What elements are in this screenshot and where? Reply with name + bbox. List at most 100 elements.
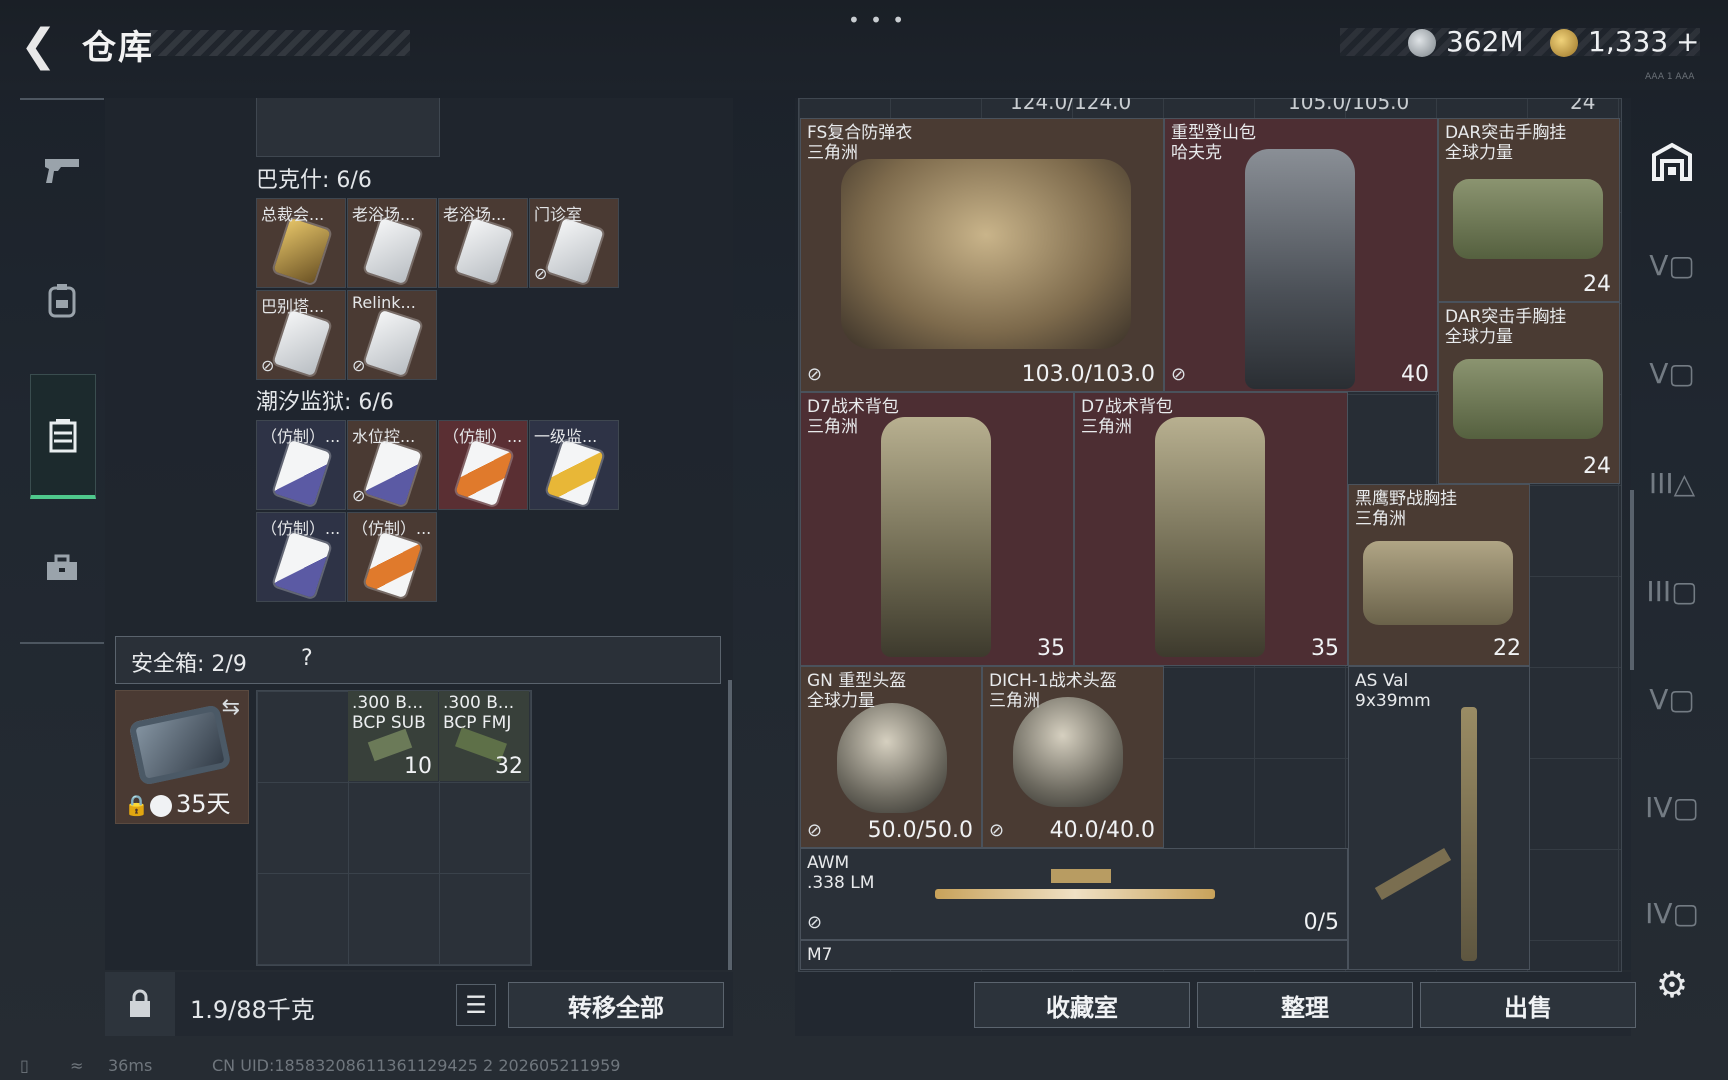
- nav-weapons[interactable]: [30, 110, 94, 230]
- list-icon: ☰: [465, 991, 487, 1019]
- list-view-button[interactable]: ☰: [456, 984, 496, 1026]
- header-tiny-text: AAA 1 AAA: [1645, 72, 1695, 82]
- backpack-icon: [48, 284, 76, 318]
- item-dich1-helmet[interactable]: DICH-1战术头盔 三角洲 ⊘ 40.0/40.0: [982, 666, 1164, 848]
- key-card-cell[interactable]: 门诊室 ⊘: [529, 198, 619, 288]
- item-gn-helmet[interactable]: GN 重型头盔 全球力量 ⊘ 50.0/50.0: [800, 666, 982, 848]
- key-card-label: 老浴场...: [352, 205, 416, 224]
- no-bind-icon: ⊘: [352, 486, 366, 505]
- item-d7-backpack-2[interactable]: D7战术背包 三角洲 35: [1074, 392, 1348, 666]
- key-card-art: [364, 309, 422, 377]
- key-card-cell[interactable]: （仿制）...: [256, 420, 346, 510]
- key-card-cell[interactable]: 老浴场...: [438, 198, 528, 288]
- item-capacity: 24: [1583, 272, 1611, 297]
- item-fs-armor[interactable]: FS复合防弹衣 三角洲 ⊘ 103.0/103.0: [800, 118, 1164, 392]
- weight-readout: 1.9/88千克: [190, 996, 315, 1024]
- key-card-cell[interactable]: Relink... ⊘: [347, 290, 437, 380]
- item-capacity: 35: [1037, 636, 1065, 661]
- item-name: FS复合防弹衣 三角洲: [807, 123, 913, 163]
- key-card-art: [273, 309, 331, 377]
- item-durability: 50.0/50.0: [867, 818, 973, 843]
- ammo-item-1[interactable]: .300 B... BCP SUB 10: [348, 691, 438, 781]
- rifle-art: [1461, 707, 1477, 961]
- item-capacity: 35: [1311, 636, 1339, 661]
- item-name: 黑鹰野战胸挂 三角洲: [1355, 489, 1457, 529]
- storage-page-5c-icon[interactable]: V▢: [1646, 676, 1698, 722]
- gold-coin-icon: [1550, 29, 1578, 57]
- item-name: GN 重型头盔 全球力量: [807, 671, 907, 711]
- key-card-art: [455, 217, 513, 285]
- no-bind-icon: ⊘: [1171, 364, 1187, 385]
- key-card-cell[interactable]: 总裁会...: [256, 198, 346, 288]
- key-card-label: （仿制）...: [261, 519, 341, 538]
- nav-storage[interactable]: [30, 374, 96, 499]
- nav-equipment[interactable]: [30, 240, 94, 360]
- sell-button[interactable]: 出售: [1420, 982, 1636, 1028]
- storage-page-5b-icon[interactable]: V▢: [1646, 350, 1698, 396]
- more-icon[interactable]: • • •: [848, 8, 906, 32]
- item-name: AS Val 9x39mm: [1355, 671, 1431, 711]
- weight-lock-button[interactable]: [105, 972, 175, 1036]
- gold-currency-amount: 1,333: [1588, 25, 1669, 58]
- help-icon[interactable]: ?: [301, 646, 313, 671]
- item-capacity: 24: [1583, 454, 1611, 479]
- item-heavy-backpack[interactable]: 重型登山包 哈夫克 ⊘ 40: [1164, 118, 1438, 392]
- partial-value-3: 24: [1570, 98, 1596, 114]
- item-dar-rig-1[interactable]: DAR突击手胸挂 全球力量 24: [1438, 118, 1620, 302]
- key-card-label: 巴别塔...: [261, 297, 325, 316]
- key-card-cell[interactable]: 一级监...: [529, 420, 619, 510]
- key-card-cell[interactable]: 水位控... ⊘: [347, 420, 437, 510]
- safebox-bar[interactable]: 安全箱: 2/9 ?: [115, 636, 721, 684]
- swap-icon[interactable]: ⇆: [222, 695, 240, 720]
- key-card-art: [455, 439, 513, 507]
- key-card-cell[interactable]: （仿制）...: [256, 512, 346, 602]
- item-d7-backpack-1[interactable]: D7战术背包 三角洲 35: [800, 392, 1074, 666]
- item-as-val[interactable]: AS Val 9x39mm: [1348, 666, 1530, 970]
- add-currency-button[interactable]: +: [1676, 25, 1699, 58]
- ammo-item-2[interactable]: .300 B... BCP FMJ 32: [439, 691, 529, 781]
- case-days: 35天: [176, 790, 231, 818]
- armor-art: [841, 159, 1131, 349]
- left-scrollbar[interactable]: [728, 680, 732, 970]
- section-label-tide-prison: 潮汐监狱: 6/6: [256, 390, 394, 415]
- item-name: DAR突击手胸挂 全球力量: [1445, 123, 1567, 163]
- item-blackhawk-rig[interactable]: 黑鹰野战胸挂 三角洲 22: [1348, 484, 1530, 666]
- key-card-art: [273, 217, 331, 285]
- no-bind-icon: ⊘: [352, 356, 366, 375]
- silver-currency-amount: 362M: [1446, 25, 1524, 58]
- key-card-cell[interactable]: （仿制）...: [438, 420, 528, 510]
- storage-page-3-icon[interactable]: III△: [1646, 460, 1698, 506]
- storage-tab-icon[interactable]: [1646, 138, 1698, 184]
- nav-toolbox[interactable]: [30, 508, 94, 628]
- item-dar-rig-2[interactable]: DAR突击手胸挂 全球力量 24: [1438, 302, 1620, 484]
- partial-value-2: 105.0/105.0: [1288, 98, 1410, 114]
- right-scrollbar[interactable]: [1630, 490, 1634, 670]
- key-card-cell[interactable]: （仿制）...: [347, 512, 437, 602]
- item-name: D7战术背包 三角洲: [807, 397, 899, 437]
- key-card-art: [364, 439, 422, 507]
- key-card-label: 一级监...: [534, 427, 598, 446]
- partial-grid-top: [256, 98, 440, 157]
- uid-readout: CN UID:18583208611361129425 2 2026052119…: [212, 1056, 621, 1075]
- scope-art: [1051, 869, 1111, 883]
- ammo-2-type: BCP FMJ: [443, 713, 512, 733]
- item-m7-partial[interactable]: M7 ...: [800, 940, 1348, 970]
- gear-icon[interactable]: ⚙: [1646, 962, 1698, 1008]
- sort-button[interactable]: 整理: [1197, 982, 1413, 1028]
- item-name: DAR突击手胸挂 全球力量: [1445, 307, 1567, 347]
- storage-page-4b-icon[interactable]: IV▢: [1645, 890, 1699, 936]
- item-name: DICH-1战术头盔 三角洲: [989, 671, 1117, 711]
- ammo-1-count: 10: [404, 754, 432, 779]
- storage-page-5-icon[interactable]: V▢: [1646, 242, 1698, 288]
- safebox-case[interactable]: ⇆ 🔒 35天: [115, 690, 249, 824]
- key-card-cell[interactable]: 老浴场...: [347, 198, 437, 288]
- key-card-cell[interactable]: 巴别塔... ⊘: [256, 290, 346, 380]
- collection-room-button[interactable]: 收藏室: [974, 982, 1190, 1028]
- item-awm[interactable]: AWM .338 LM ⊘ 0/5: [800, 848, 1348, 940]
- rig-art: [1453, 179, 1603, 259]
- storage-page-4-icon[interactable]: IV▢: [1645, 784, 1699, 830]
- back-arrow-icon[interactable]: ❮: [20, 24, 60, 68]
- transfer-all-button[interactable]: 转移全部: [508, 982, 724, 1028]
- storage-page-3b-icon[interactable]: III▢: [1646, 568, 1698, 614]
- key-card-label: Relink...: [352, 293, 416, 312]
